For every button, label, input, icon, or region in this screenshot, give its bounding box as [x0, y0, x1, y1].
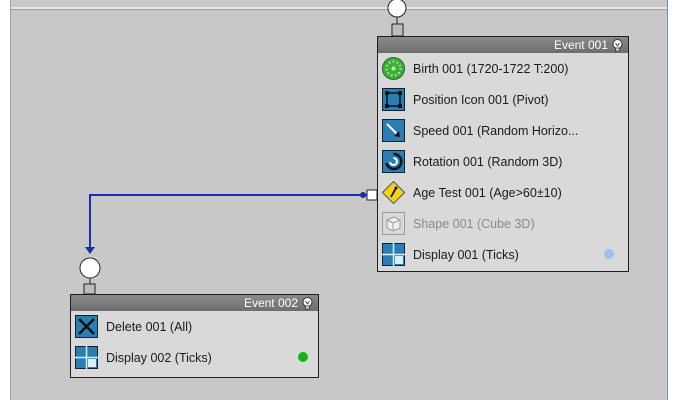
shape-icon [382, 212, 405, 235]
operator-delete[interactable]: Delete 001 (All) [71, 311, 318, 342]
wire-arrow-icon [85, 247, 95, 254]
event2-header[interactable]: Event 002 [71, 295, 318, 311]
rotation-icon [382, 150, 405, 173]
age-test-icon [382, 181, 405, 204]
operator-position-icon[interactable]: Position Icon 001 (Pivot) [378, 84, 628, 115]
event2-node[interactable]: Event 002 Delete 001 (All) Display 002 (… [70, 294, 319, 378]
event2-input-stub [83, 283, 96, 295]
position-icon [382, 88, 405, 111]
event1-input-stub [391, 23, 404, 37]
operator-display[interactable]: Display 001 (Ticks) [378, 239, 628, 270]
speed-icon [382, 119, 405, 142]
display-color-swatch[interactable] [604, 249, 614, 259]
operator-shape[interactable]: Shape 001 (Cube 3D) [378, 208, 628, 239]
display-color-swatch[interactable] [298, 352, 308, 362]
top-divider [11, 7, 667, 10]
birth-icon [382, 57, 405, 80]
delete-icon [75, 315, 98, 338]
event2-title: Event 002 [243, 296, 298, 310]
particle-view-canvas[interactable]: Event 001 Birth 001 (1720-1722 T:200) Po… [10, 0, 668, 400]
operator-rotation[interactable]: Rotation 001 (Random 3D) [378, 146, 628, 177]
event2-input-connector [79, 257, 101, 279]
event1-title: Event 001 [553, 38, 608, 52]
event1-node[interactable]: Event 001 Birth 001 (1720-1722 T:200) Po… [377, 36, 629, 272]
wire-origin-dot [360, 192, 366, 198]
display-icon [75, 346, 98, 369]
event-wire [89, 194, 368, 250]
lightbulb-icon[interactable] [301, 296, 314, 310]
display-icon [382, 243, 405, 266]
operator-age-test[interactable]: Age Test 001 (Age>60±10) [378, 177, 628, 208]
operator-birth[interactable]: Birth 001 (1720-1722 T:200) [378, 53, 628, 84]
event1-header[interactable]: Event 001 [378, 37, 628, 53]
operator-display[interactable]: Display 002 (Ticks) [71, 342, 318, 373]
lightbulb-icon[interactable] [611, 38, 624, 52]
operator-speed[interactable]: Speed 001 (Random Horizo... [378, 115, 628, 146]
age-test-output-port [366, 189, 378, 201]
